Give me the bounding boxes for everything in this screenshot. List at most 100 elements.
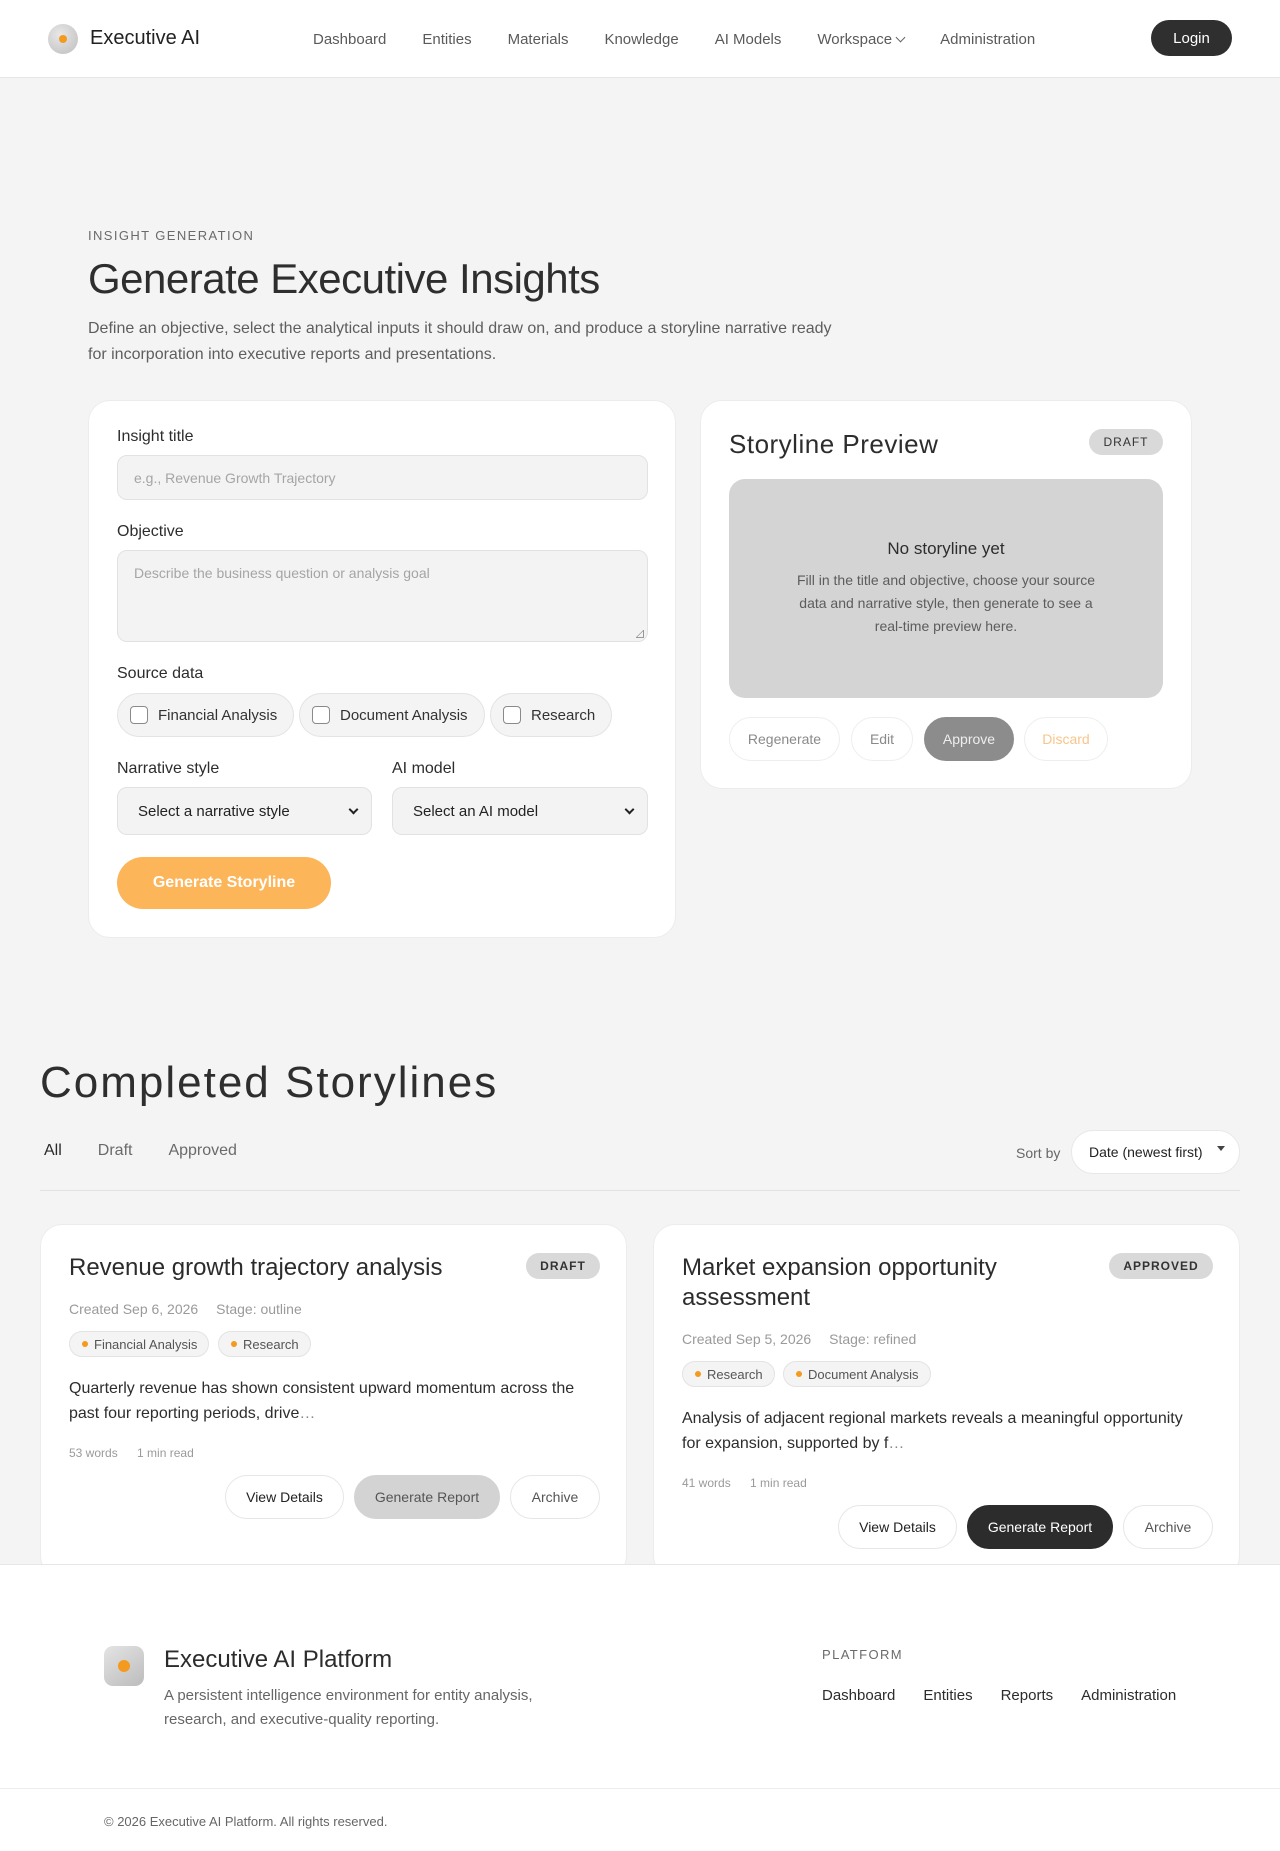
view-details-button[interactable]: View Details	[225, 1475, 344, 1519]
dot-icon	[796, 1371, 802, 1377]
source-tag-label: Research	[707, 1366, 763, 1382]
storyline-excerpt: Quarterly revenue has shown consistent u…	[69, 1376, 589, 1426]
source-chip-document-analysis[interactable]: Document Analysis	[299, 693, 485, 737]
tab-all[interactable]: All	[44, 1142, 62, 1160]
objective-wrapper	[117, 550, 648, 642]
source-chip-financial-analysis[interactable]: Financial Analysis	[117, 693, 295, 737]
read-time: 1 min read	[750, 1476, 807, 1490]
archive-button[interactable]: Archive	[510, 1475, 600, 1519]
storyline-meta: Created Sep 5, 2026 Stage: refined	[682, 1331, 916, 1347]
storyline-stats: 41 words 1 min read	[682, 1476, 807, 1490]
divider	[40, 1190, 1240, 1191]
insight-title-label: Insight title	[117, 428, 194, 445]
insight-generation-section: INSIGHT GENERATION Generate Executive In…	[0, 78, 1280, 958]
empty-state-title: No storyline yet	[887, 539, 1005, 558]
checkbox-icon[interactable]	[312, 706, 330, 724]
source-tag-label: Document Analysis	[808, 1366, 919, 1382]
nav-workspace[interactable]: Workspace	[817, 30, 906, 48]
nav-dashboard[interactable]: Dashboard	[313, 31, 386, 48]
footer-links: Dashboard Entities Reports Administratio…	[822, 1687, 1176, 1704]
edit-button[interactable]: Edit	[851, 717, 913, 761]
resize-handle-icon[interactable]	[636, 630, 644, 638]
chevron-down-icon	[348, 804, 359, 815]
ai-model-value: Select an AI model	[413, 802, 539, 820]
insight-form-card: Insight title Objective Source data Fina…	[88, 400, 676, 938]
storyline-meta: Created Sep 6, 2026 Stage: outline	[69, 1301, 302, 1317]
view-details-button[interactable]: View Details	[838, 1505, 957, 1549]
main-nav: Dashboard Entities Materials Knowledge A…	[313, 0, 1035, 78]
nav-workspace-label: Workspace	[817, 30, 893, 48]
source-tag: Research	[682, 1361, 775, 1387]
sort-value: Date (newest first)	[1089, 1144, 1203, 1160]
storyline-card: Revenue growth trajectory analysis DRAFT…	[40, 1224, 627, 1578]
top-navigation-bar: Executive AI Dashboard Entities Material…	[0, 0, 1280, 78]
sort-select[interactable]: Date (newest first)	[1071, 1130, 1240, 1174]
discard-button[interactable]: Discard	[1024, 717, 1108, 761]
tab-approved[interactable]: Approved	[168, 1142, 237, 1160]
approve-button[interactable]: Approve	[924, 717, 1014, 761]
copyright: © 2026 Executive AI Platform. All rights…	[104, 1814, 388, 1829]
storyline-title[interactable]: Market expansion opportunity assessment	[682, 1253, 1102, 1313]
footer: Executive AI Platform A persistent intel…	[0, 1564, 1280, 1851]
preview-title: Storyline Preview	[729, 429, 939, 459]
ai-model-label: AI model	[392, 760, 456, 777]
dot-icon	[231, 1341, 237, 1347]
footer-logo-icon	[104, 1646, 144, 1686]
source-chip-research[interactable]: Research	[490, 693, 613, 737]
page-description: Define an objective, select the analytic…	[88, 320, 832, 363]
section-title: Completed Storylines	[40, 1058, 499, 1107]
dot-icon	[82, 1341, 88, 1347]
nav-administration[interactable]: Administration	[940, 31, 1035, 48]
footer-link-reports[interactable]: Reports	[1001, 1687, 1054, 1704]
storyline-excerpt: Analysis of adjacent regional markets re…	[682, 1406, 1202, 1456]
generate-report-button[interactable]: Generate Report	[354, 1475, 500, 1519]
stage: Stage: outline	[216, 1301, 302, 1317]
status-badge: DRAFT	[1089, 429, 1163, 455]
nav-materials[interactable]: Materials	[508, 31, 569, 48]
footer-description: A persistent intelligence environment fo…	[164, 1687, 533, 1728]
objective-textarea[interactable]	[117, 550, 648, 642]
generate-storyline-button[interactable]: Generate Storyline	[117, 857, 331, 909]
brand[interactable]: Executive AI	[48, 23, 201, 54]
footer-link-entities[interactable]: Entities	[923, 1687, 972, 1704]
checkbox-icon[interactable]	[130, 706, 148, 724]
source-chip-label: Financial Analysis	[158, 706, 278, 724]
read-time: 1 min read	[137, 1446, 194, 1460]
source-tag-label: Research	[243, 1336, 299, 1352]
objective-label: Objective	[117, 523, 184, 540]
word-count: 53 words	[69, 1446, 118, 1460]
narrative-style-label: Narrative style	[117, 760, 220, 777]
generate-report-button[interactable]: Generate Report	[967, 1505, 1113, 1549]
brand-logo-icon	[48, 23, 78, 54]
storyline-stats: 53 words 1 min read	[69, 1446, 194, 1460]
nav-entities[interactable]: Entities	[422, 31, 471, 48]
chevron-down-icon	[624, 804, 635, 815]
created-date: Created Sep 6, 2026	[69, 1301, 199, 1317]
preview-empty-state: No storyline yet Fill in the title and o…	[729, 479, 1163, 698]
excerpt-ellipsis: …	[888, 1435, 905, 1452]
insight-title-input[interactable]	[117, 455, 648, 500]
ai-model-select[interactable]: Select an AI model	[392, 787, 648, 835]
created-date: Created Sep 5, 2026	[682, 1331, 812, 1347]
footer-link-dashboard[interactable]: Dashboard	[822, 1687, 895, 1704]
excerpt-text: Analysis of adjacent regional markets re…	[682, 1410, 1183, 1452]
footer-link-administration[interactable]: Administration	[1081, 1687, 1176, 1704]
dot-icon	[695, 1371, 701, 1377]
footer-brand-name: Executive AI Platform	[164, 1646, 393, 1673]
login-button[interactable]: Login	[1151, 20, 1232, 56]
stage: Stage: refined	[829, 1331, 917, 1347]
chevron-down-icon	[895, 32, 906, 42]
nav-knowledge[interactable]: Knowledge	[604, 31, 678, 48]
brand-name: Executive AI	[90, 27, 201, 49]
narrative-style-select[interactable]: Select a narrative style	[117, 787, 372, 835]
regenerate-button[interactable]: Regenerate	[729, 717, 840, 761]
nav-ai-models[interactable]: AI Models	[715, 31, 782, 48]
narrative-style-value: Select a narrative style	[138, 802, 290, 820]
source-tag: Financial Analysis	[69, 1331, 210, 1357]
page-title: Generate Executive Insights	[88, 255, 600, 302]
storyline-title[interactable]: Revenue growth trajectory analysis	[69, 1253, 489, 1283]
source-chip-label: Document Analysis	[340, 706, 468, 724]
tab-draft[interactable]: Draft	[98, 1142, 133, 1160]
checkbox-icon[interactable]	[503, 706, 521, 724]
archive-button[interactable]: Archive	[1123, 1505, 1213, 1549]
